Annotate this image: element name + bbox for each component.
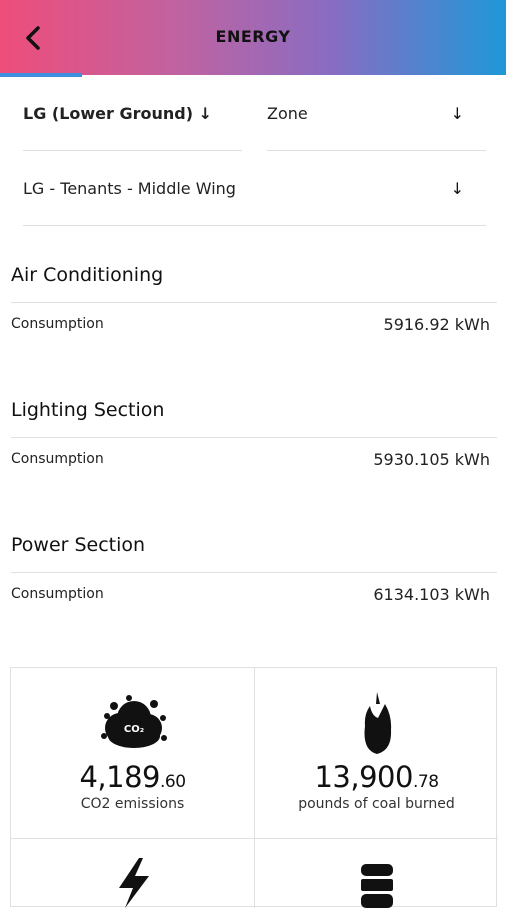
chevron-down-icon: ↓ (450, 178, 464, 198)
section-title: Lighting Section (11, 399, 165, 421)
chevron-down-icon: ↓ (450, 103, 464, 123)
consumption-value: 6134.103 kWh (373, 585, 490, 604)
consumption-value: 5916.92 kWh (383, 315, 490, 334)
svg-text:CO₂: CO₂ (123, 724, 143, 735)
consumption-label: Consumption (11, 586, 104, 602)
section-divider (11, 302, 497, 303)
stat-electricity (11, 858, 254, 912)
zone-select-value: Zone (267, 103, 308, 123)
area-select-value: LG - Tenants - Middle Wing (23, 178, 236, 198)
coal-flame-icon (364, 692, 391, 754)
coal-value-decimal: .78 (412, 772, 439, 792)
consumption-label: Consumption (11, 316, 104, 332)
consumption-value: 5930.105 kWh (373, 450, 490, 469)
grid-divider (11, 838, 498, 839)
stats-grid: CO₂ 4,189.60 CO2 emissions 13,900.78 pou… (10, 667, 498, 908)
page-title: ENERGY (215, 27, 291, 46)
co2-cloud-icon: CO₂ (100, 695, 167, 748)
lightning-bolt-icon (118, 858, 149, 908)
area-select[interactable]: LG - Tenants - Middle Wing ↓ (23, 151, 486, 226)
floor-select[interactable]: LG (Lower Ground) ↓ (23, 76, 242, 151)
section-title: Power Section (11, 534, 146, 556)
section-divider (11, 437, 497, 438)
stat-coal: 13,900.78 pounds of coal burned (255, 690, 498, 812)
stat-oil (255, 864, 498, 914)
floor-select-value: LG (Lower Ground) ↓ (23, 103, 213, 123)
coal-caption: pounds of coal burned (298, 796, 455, 812)
co2-caption: CO2 emissions (80, 796, 185, 812)
barrel-icon (360, 864, 393, 908)
coal-value: 13,900.78 (255, 760, 498, 794)
coal-value-whole: 13,900 (314, 760, 413, 794)
section-divider (11, 572, 497, 573)
zone-select[interactable]: Zone ↓ (267, 76, 486, 151)
co2-value-decimal: .60 (159, 772, 186, 792)
consumption-label: Consumption (11, 451, 104, 467)
app-header: ENERGY (0, 0, 506, 75)
co2-value-whole: 4,189 (79, 760, 160, 794)
section-title: Air Conditioning (11, 264, 164, 286)
stat-co2: CO₂ 4,189.60 CO2 emissions (11, 690, 254, 812)
co2-value: 4,189.60 (11, 760, 254, 794)
